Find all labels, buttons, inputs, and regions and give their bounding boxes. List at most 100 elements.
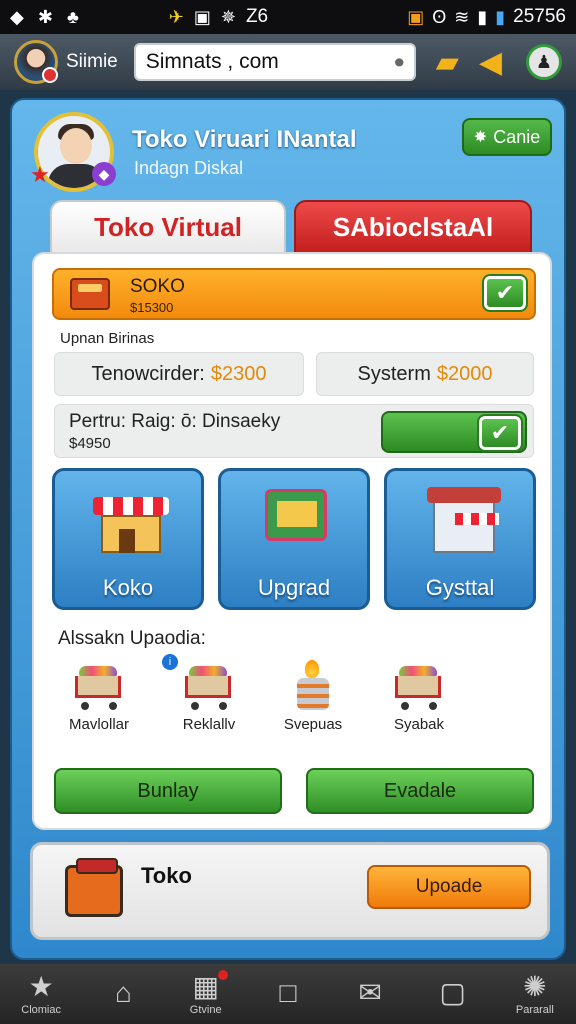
nav-label: Gtvine	[189, 1004, 222, 1016]
shop-door	[119, 529, 135, 553]
rec-item[interactable]: Svepuas	[258, 654, 368, 744]
nav-item-window[interactable]: ▢	[423, 978, 483, 1010]
tile-koko[interactable]: Koko	[52, 468, 204, 610]
star-icon: ✵	[220, 7, 236, 27]
cart-wheel	[219, 702, 227, 710]
pc-screen	[277, 501, 317, 527]
upgrade-check-button[interactable]: ✔	[477, 414, 523, 452]
cart-wheel	[109, 702, 117, 710]
price-box-second[interactable]: Systerm $2000	[316, 352, 534, 396]
tile-upgrade[interactable]: Upgrad	[218, 468, 370, 610]
nav-item-home[interactable]: ⌂	[93, 978, 153, 1010]
promo-title: SOKO	[130, 276, 185, 297]
rec-label: Syabak	[393, 716, 445, 733]
close-button[interactable]: ✸ Canie	[462, 118, 552, 156]
status-left-icons: ◆ ✱ ♣	[10, 8, 79, 26]
nav-item-square[interactable]: □	[258, 978, 318, 1010]
rec-label: Svepuas	[283, 716, 343, 733]
nav-item-clomiac[interactable]: ★ Clomiac	[11, 971, 71, 1017]
check-icon: ✔	[495, 280, 515, 305]
bottom-nav: ★ Clomiac ⌂ ▦ Gtvine □ ✉ ▢ ✺ Pararall	[0, 964, 576, 1024]
window-icon: ▢	[439, 977, 466, 1008]
shop-roof	[93, 497, 169, 515]
nav-item-cart[interactable]: ▦ Gtvine	[176, 970, 236, 1016]
clock: 25756	[513, 6, 566, 27]
cart-wheel	[191, 702, 199, 710]
tile-label: Koko	[102, 575, 154, 600]
camera-icon[interactable]: ▰	[436, 45, 459, 80]
price-box-first[interactable]: Tenowcirder: $2300	[54, 352, 304, 396]
store-panel: SOKO $15300 ✔ Upnan Birinas Tenowcirder:…	[32, 252, 552, 830]
toolbox-icon	[65, 858, 123, 917]
upgrade-toggle-button[interactable]: ✔	[381, 411, 527, 453]
search-value: Simnats , com	[145, 50, 279, 73]
upgrade-row-title: Pertru: Raig: ō: Dinsaeky	[69, 411, 281, 432]
status-bar: ◆ ✱ ♣ ✈ ▣ ✵ Z6 ▣ ʘ ≋ ▮ ▮ 25756	[0, 0, 576, 34]
tab-toko-virtual[interactable]: Toko Virtual	[50, 200, 286, 252]
evaluate-button[interactable]: Evadale	[306, 768, 534, 814]
rec-item[interactable]: Mavlollar	[44, 654, 154, 744]
mic-icon[interactable]: ⏺	[395, 52, 404, 73]
cart-icon	[391, 660, 447, 712]
notification-dot	[217, 970, 228, 980]
promo-check-button[interactable]: ✔	[482, 274, 528, 312]
upgrade-row-price: $4950	[69, 435, 111, 452]
user-avatar[interactable]	[14, 40, 58, 84]
avatar-face	[60, 128, 92, 164]
nav-item-mail[interactable]: ✉	[340, 978, 400, 1010]
promo-bar[interactable]: SOKO $15300 ✔	[52, 268, 536, 320]
tile-gysttal[interactable]: Gysttal	[384, 468, 536, 610]
store-card: ★ ◆ Toko Viruari INantal Indagn Diskal ✸…	[10, 98, 566, 960]
tile-label: Gysttal	[425, 575, 495, 600]
avatar-badge	[42, 67, 58, 83]
square-icon: □	[279, 977, 297, 1008]
app-icon: ◆	[10, 7, 24, 27]
upgrade-row: Pertru: Raig: ō: Dinsaeky $4950 ✔	[54, 404, 534, 458]
database-icon	[295, 660, 331, 712]
bottom-card-title: Toko	[141, 863, 192, 888]
rec-label: Mavlollar	[68, 716, 129, 733]
storefront-icon	[425, 483, 501, 553]
rec-item[interactable]: Syabak	[364, 654, 474, 744]
cart-wheel	[401, 702, 409, 710]
tab-label: SAbioclstaAl	[332, 211, 494, 242]
upgrade-button-label: Upoade	[415, 876, 483, 897]
search-input[interactable]: Simnats , com ⏺	[133, 43, 416, 81]
tab-second[interactable]: SAbioclstaAl	[294, 200, 532, 252]
check-icon: ✔	[490, 420, 510, 445]
profile-button[interactable]: ♟	[526, 44, 562, 80]
cart-basket	[185, 676, 231, 698]
nav-item-pararall[interactable]: ✺ Pararall	[505, 972, 565, 1017]
status-right: ▣ ʘ ≋ ▮ ▮ 25756	[407, 6, 566, 28]
cart-basket	[75, 676, 121, 698]
home-icon: ⌂	[114, 977, 132, 1008]
flag-icon[interactable]: ◀	[479, 45, 502, 80]
clover-icon: ♣	[66, 7, 79, 27]
store-awning	[455, 513, 499, 525]
wifi-icon: ≋	[454, 7, 470, 27]
database-can	[297, 678, 329, 710]
store-subtitle: Indagn Diskal	[134, 158, 244, 178]
bluetooth-icon: ʘ	[432, 7, 447, 27]
upgrade-button[interactable]: Upoade	[367, 865, 531, 909]
cart-wheel	[81, 702, 89, 710]
shop-icon	[93, 483, 169, 553]
network-label: Z6	[245, 6, 269, 27]
rec-item[interactable]: i Reklallv	[154, 654, 264, 744]
signal-icon: ▮	[477, 7, 488, 27]
cart-basket	[395, 676, 441, 698]
section-label: Upnan Birinas	[60, 330, 155, 347]
cart-icon	[71, 660, 127, 712]
nav-label: Clomiac	[21, 1004, 61, 1016]
buy-button[interactable]: Bunlay	[54, 768, 282, 814]
promo-price: $15300	[130, 300, 174, 315]
image-icon: ▣	[193, 7, 211, 27]
bottom-card: Toko Upoade	[30, 842, 550, 940]
burst-icon: ✸	[473, 129, 488, 146]
computer-icon	[259, 483, 335, 553]
cart-icon	[181, 660, 237, 712]
star-icon: ★	[28, 971, 54, 1002]
tab-label: Toko Virtual	[94, 211, 242, 242]
store-title: Toko Viruari INantal	[132, 126, 357, 153]
gear-icon: ✱	[37, 7, 53, 27]
